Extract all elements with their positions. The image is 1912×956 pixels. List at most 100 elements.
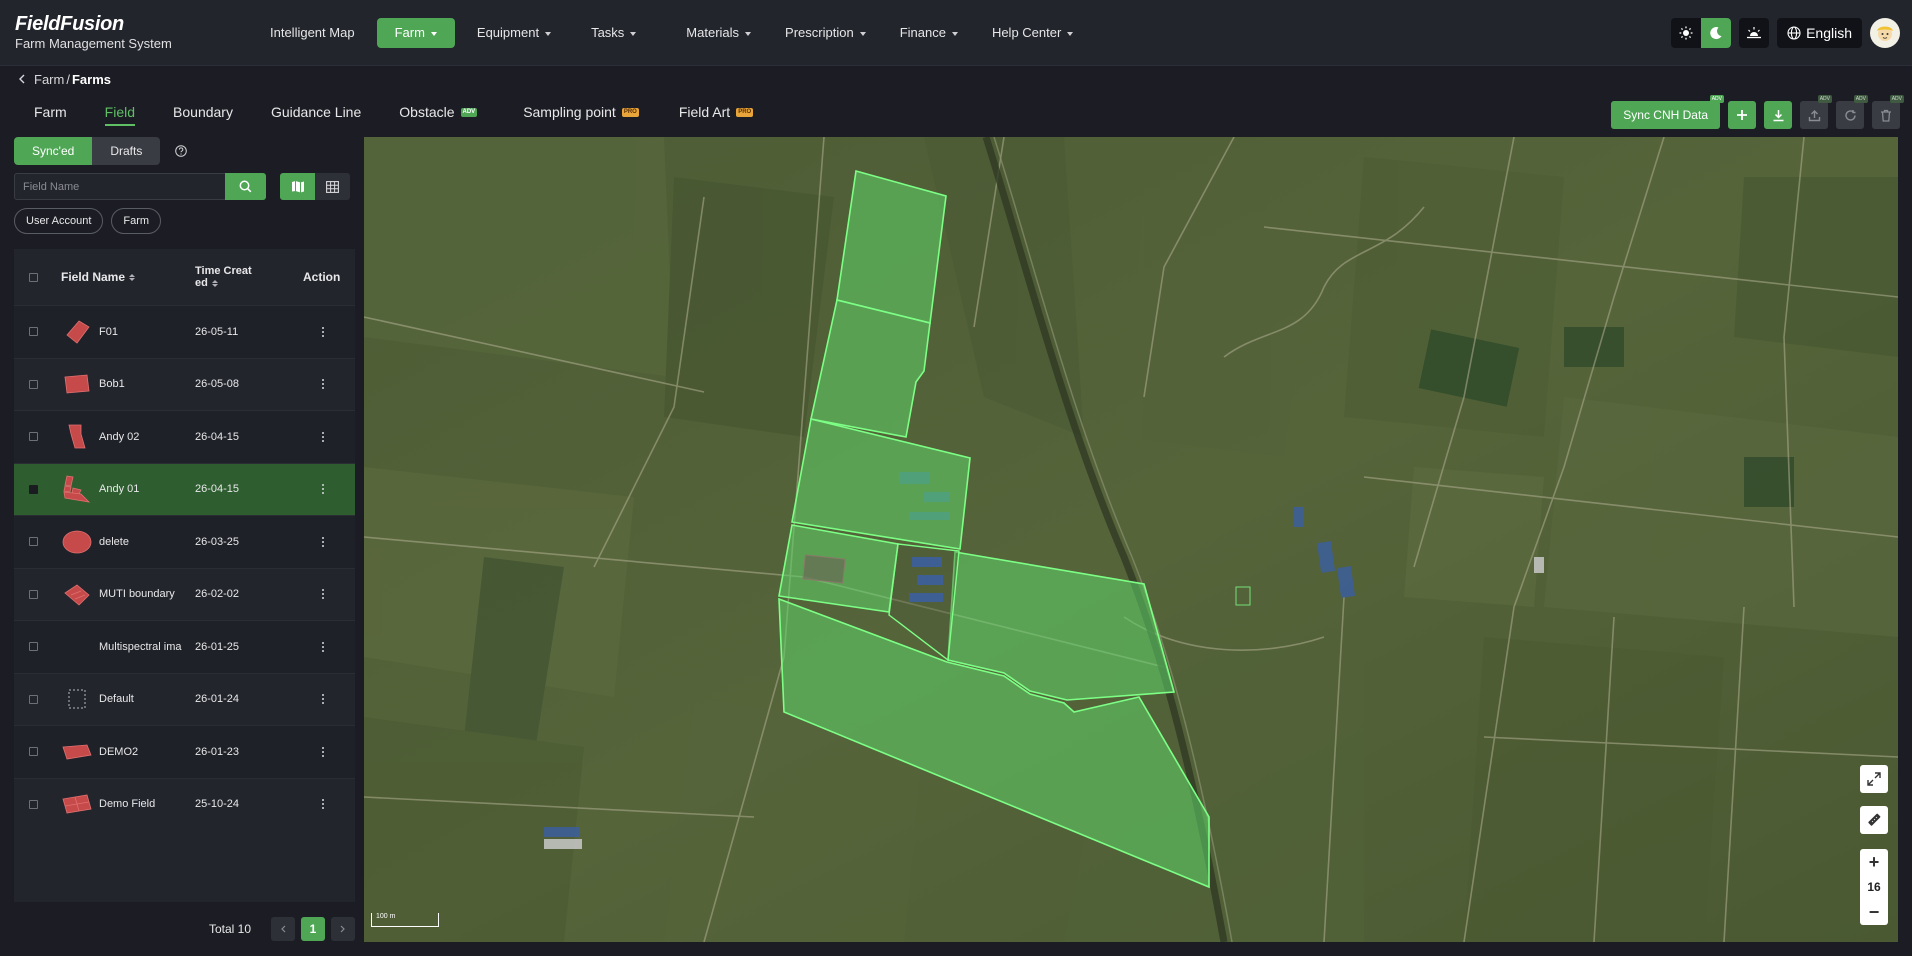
synced-tab[interactable]: Sync'ed [14, 137, 93, 165]
table-row[interactable]: Andy 02 26-04-15 [14, 410, 355, 463]
table-row[interactable]: Bob1 26-05-08 [14, 357, 355, 411]
more-actions-icon[interactable] [303, 746, 343, 758]
more-actions-icon[interactable] [303, 326, 343, 338]
table-row[interactable]: Andy 01 26-04-15 [14, 462, 355, 515]
search-button[interactable] [225, 173, 266, 200]
sync-cnh-button[interactable]: Sync CNH Data ADV [1611, 95, 1724, 129]
nav-tasks[interactable]: Tasks [579, 18, 648, 48]
field-name[interactable]: DEMO2 [99, 746, 189, 758]
row-checkbox[interactable] [29, 589, 38, 599]
field-name[interactable]: Bob1 [99, 378, 189, 390]
map-scale: 100 m [371, 913, 439, 927]
field-shape-icon [61, 737, 93, 767]
search-input[interactable] [14, 173, 225, 200]
row-checkbox[interactable] [29, 747, 38, 757]
fullscreen-button[interactable] [1860, 765, 1888, 793]
import-button[interactable] [1764, 101, 1792, 129]
top-header: FieldFusion Farm Management System Intel… [0, 0, 1912, 66]
zoom-in-button[interactable]: + [1869, 853, 1880, 871]
more-actions-icon[interactable] [303, 798, 343, 810]
field-name[interactable]: MUTI boundary [99, 588, 189, 600]
row-checkbox[interactable] [29, 379, 38, 389]
nav-finance[interactable]: Finance [888, 18, 970, 48]
time-created: 26-04-15 [195, 483, 240, 496]
adv-badge: ADV [1709, 95, 1724, 103]
more-actions-icon[interactable] [303, 431, 343, 443]
pro-badge: PRO [621, 107, 639, 117]
drafts-tab[interactable]: Drafts [92, 137, 161, 165]
tab-guidance-line[interactable]: Guidance Line [271, 100, 361, 124]
language-selector[interactable]: English [1777, 18, 1862, 48]
table-view-button[interactable] [315, 173, 350, 200]
row-checkbox[interactable] [29, 642, 38, 652]
table-row[interactable]: F01 26-05-11 [14, 305, 355, 358]
select-all-checkbox[interactable] [29, 272, 38, 282]
add-field-button[interactable] [1728, 101, 1756, 129]
field-name[interactable]: Andy 01 [99, 483, 189, 495]
table-row[interactable]: Demo Field 25-10-24 [14, 777, 355, 831]
map-view-button[interactable] [280, 173, 315, 200]
time-created: 26-05-11 [195, 325, 239, 338]
field-name[interactable]: F01 [99, 326, 189, 338]
chip-farm[interactable]: Farm [111, 208, 162, 234]
field-name[interactable]: Andy 02 [99, 431, 189, 443]
dark-mode-button[interactable] [1701, 18, 1732, 48]
more-actions-icon[interactable] [303, 693, 343, 705]
field-name[interactable]: Multispectral ima [99, 641, 189, 653]
tab-boundary[interactable]: Boundary [173, 100, 233, 124]
tab-field[interactable]: Field [104, 100, 136, 126]
satellite-map[interactable]: 100 m + 16 − [364, 137, 1898, 942]
nav-help-center[interactable]: Help Center [980, 18, 1085, 48]
table-row[interactable]: DEMO2 26-01-23 [14, 725, 355, 778]
more-actions-icon[interactable] [303, 483, 343, 495]
chevron-left-icon[interactable] [18, 74, 26, 84]
measure-button[interactable] [1860, 806, 1888, 834]
tab-obstacle[interactable]: Obstacle ADV [399, 100, 478, 124]
refresh-button[interactable]: ADV [1836, 95, 1868, 129]
user-avatar[interactable] [1870, 18, 1900, 48]
column-field-name[interactable]: Field Name [61, 270, 195, 284]
row-checkbox[interactable] [29, 484, 38, 494]
prev-page-button[interactable] [271, 917, 295, 941]
sort-icon[interactable] [211, 279, 218, 287]
more-actions-icon[interactable] [303, 378, 343, 390]
tab-sampling-point[interactable]: Sampling point PRO [523, 100, 639, 124]
row-checkbox[interactable] [29, 537, 38, 547]
field-shape-icon [61, 422, 93, 452]
export-button[interactable]: ADV [1800, 95, 1832, 129]
row-checkbox[interactable] [29, 694, 38, 704]
auto-theme-button[interactable] [1739, 18, 1770, 48]
app-logo[interactable]: FieldFusion Farm Management System [15, 14, 172, 52]
page-1-button[interactable]: 1 [301, 917, 325, 941]
light-mode-button[interactable] [1671, 18, 1701, 48]
nav-intelligent-map[interactable]: Intelligent Map [258, 18, 367, 48]
row-checkbox[interactable] [29, 432, 38, 442]
nav-prescription[interactable]: Prescription [773, 18, 878, 48]
table-row[interactable]: Default 26-01-24 [14, 672, 355, 726]
delete-button[interactable]: ADV [1872, 95, 1904, 129]
more-actions-icon[interactable] [303, 641, 343, 653]
field-name[interactable]: delete [99, 536, 189, 548]
row-checkbox[interactable] [29, 799, 38, 809]
next-page-button[interactable] [331, 917, 355, 941]
nav-equipment[interactable]: Equipment [465, 18, 563, 48]
field-name[interactable]: Demo Field [99, 798, 189, 810]
nav-farm[interactable]: Farm [376, 18, 455, 48]
more-actions-icon[interactable] [303, 536, 343, 548]
field-name[interactable]: Default [99, 693, 189, 705]
zoom-out-button[interactable]: − [1869, 903, 1880, 921]
chip-user-account[interactable]: User Account [14, 208, 104, 234]
table-row[interactable]: Multispectral ima 26-01-25 [14, 620, 355, 673]
row-checkbox[interactable] [29, 327, 38, 337]
app-brand: FieldFusion [15, 13, 124, 35]
question-icon[interactable] [175, 144, 187, 162]
tab-field-art[interactable]: Field Art PRO [679, 100, 754, 124]
sort-icon[interactable] [129, 273, 136, 281]
breadcrumb-parent[interactable]: Farm [34, 72, 64, 87]
table-row[interactable]: delete 26-03-25 [14, 515, 355, 568]
table-row[interactable]: MUTI boundary 26-02-02 [14, 567, 355, 621]
column-time-created[interactable]: Time Creat ed [195, 265, 303, 289]
nav-materials[interactable]: Materials [674, 18, 763, 48]
tab-farm[interactable]: Farm [34, 100, 67, 124]
more-actions-icon[interactable] [303, 588, 343, 600]
